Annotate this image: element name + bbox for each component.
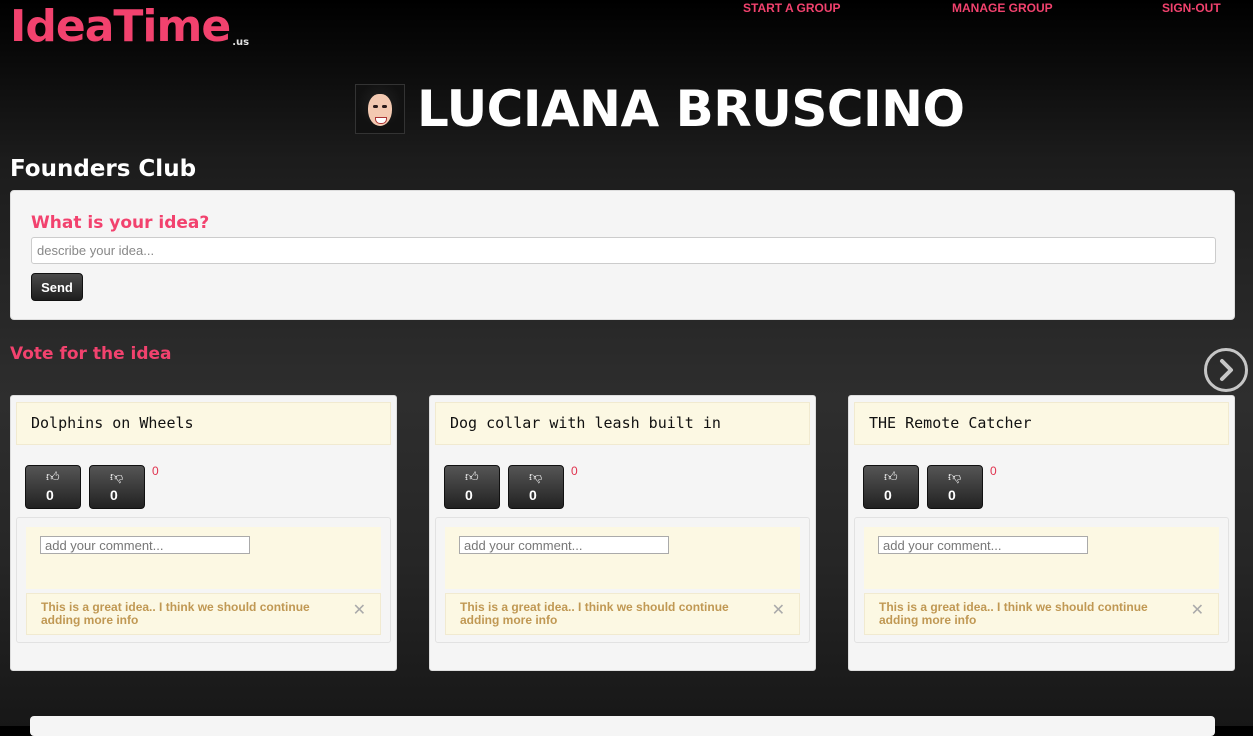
nav-manage-group-link[interactable]: MANAGE GROUP [952, 1, 1053, 15]
vote-score: 0 [571, 464, 578, 478]
comments-section: This is a great idea.. I think we should… [854, 517, 1229, 643]
vote-section-title: Vote for the idea [10, 344, 172, 364]
vote-score: 0 [990, 464, 997, 478]
downvote-count: 0 [529, 487, 537, 503]
thumbs-up-icon: 👍︎ [465, 470, 479, 485]
logo-suffix: .us [232, 37, 250, 48]
comment-item: This is a great idea.. I think we should… [864, 593, 1219, 635]
close-icon[interactable]: ✕ [1191, 600, 1204, 619]
thumbs-down-icon: 👎︎ [529, 470, 543, 485]
close-icon[interactable]: ✕ [353, 600, 366, 619]
upvote-count: 0 [884, 487, 892, 503]
comment-text: This is a great idea.. I think we should… [879, 600, 1148, 627]
comment-form [445, 527, 800, 589]
idea-title: Dog collar with leash built in [435, 402, 810, 445]
idea-form: What is your idea? Send [10, 190, 1235, 320]
close-icon[interactable]: ✕ [772, 600, 785, 619]
idea-card: THE Remote Catcher 👍︎ 0 👎︎ 0 0 This is a… [848, 395, 1235, 671]
thumbs-up-icon: 👍︎ [46, 470, 60, 485]
comment-item: This is a great idea.. I think we should… [26, 593, 381, 635]
nav-sign-out-link[interactable]: SIGN-OUT [1162, 1, 1221, 15]
avatar [355, 84, 405, 134]
profile-header: LUCIANA BRUSCINO [355, 80, 965, 138]
upvote-count: 0 [465, 487, 473, 503]
upvote-button[interactable]: 👍︎ 0 [25, 465, 81, 509]
downvote-count: 0 [948, 487, 956, 503]
comment-form [26, 527, 381, 589]
chevron-right-icon[interactable] [1204, 348, 1248, 392]
comment-input[interactable] [40, 536, 250, 554]
comment-input[interactable] [459, 536, 669, 554]
idea-title: Dolphins on Wheels [16, 402, 391, 445]
comment-item: This is a great idea.. I think we should… [445, 593, 800, 635]
profile-name: LUCIANA BRUSCINO [417, 80, 965, 138]
comments-section: This is a great idea.. I think we should… [16, 517, 391, 643]
nav-start-group-link[interactable]: START A GROUP [743, 1, 841, 15]
upvote-count: 0 [46, 487, 54, 503]
vote-score: 0 [152, 464, 159, 478]
group-title: Founders Club [10, 156, 197, 182]
comments-section: This is a great idea.. I think we should… [435, 517, 810, 643]
logo-text: IdeaTime [10, 1, 231, 52]
comment-text: This is a great idea.. I think we should… [460, 600, 729, 627]
downvote-button[interactable]: 👎︎ 0 [508, 465, 564, 509]
comment-input[interactable] [878, 536, 1088, 554]
downvote-button[interactable]: 👎︎ 0 [89, 465, 145, 509]
idea-card: Dog collar with leash built in 👍︎ 0 👎︎ 0… [429, 395, 816, 671]
upvote-button[interactable]: 👍︎ 0 [863, 465, 919, 509]
downvote-count: 0 [110, 487, 118, 503]
comment-text: This is a great idea.. I think we should… [41, 600, 310, 627]
idea-input[interactable] [31, 237, 1216, 264]
downvote-button[interactable]: 👎︎ 0 [927, 465, 983, 509]
idea-question-label: What is your idea? [31, 213, 210, 233]
idea-title: THE Remote Catcher [854, 402, 1229, 445]
thumbs-down-icon: 👎︎ [948, 470, 962, 485]
thumbs-up-icon: 👍︎ [884, 470, 898, 485]
send-button[interactable]: Send [31, 273, 83, 301]
site-logo[interactable]: IdeaTime .us [10, 4, 249, 50]
idea-card: Dolphins on Wheels 👍︎ 0 👎︎ 0 0 This is a… [10, 395, 397, 671]
upvote-button[interactable]: 👍︎ 0 [444, 465, 500, 509]
bottom-panel [30, 716, 1215, 736]
thumbs-down-icon: 👎︎ [110, 470, 124, 485]
comment-form [864, 527, 1219, 589]
